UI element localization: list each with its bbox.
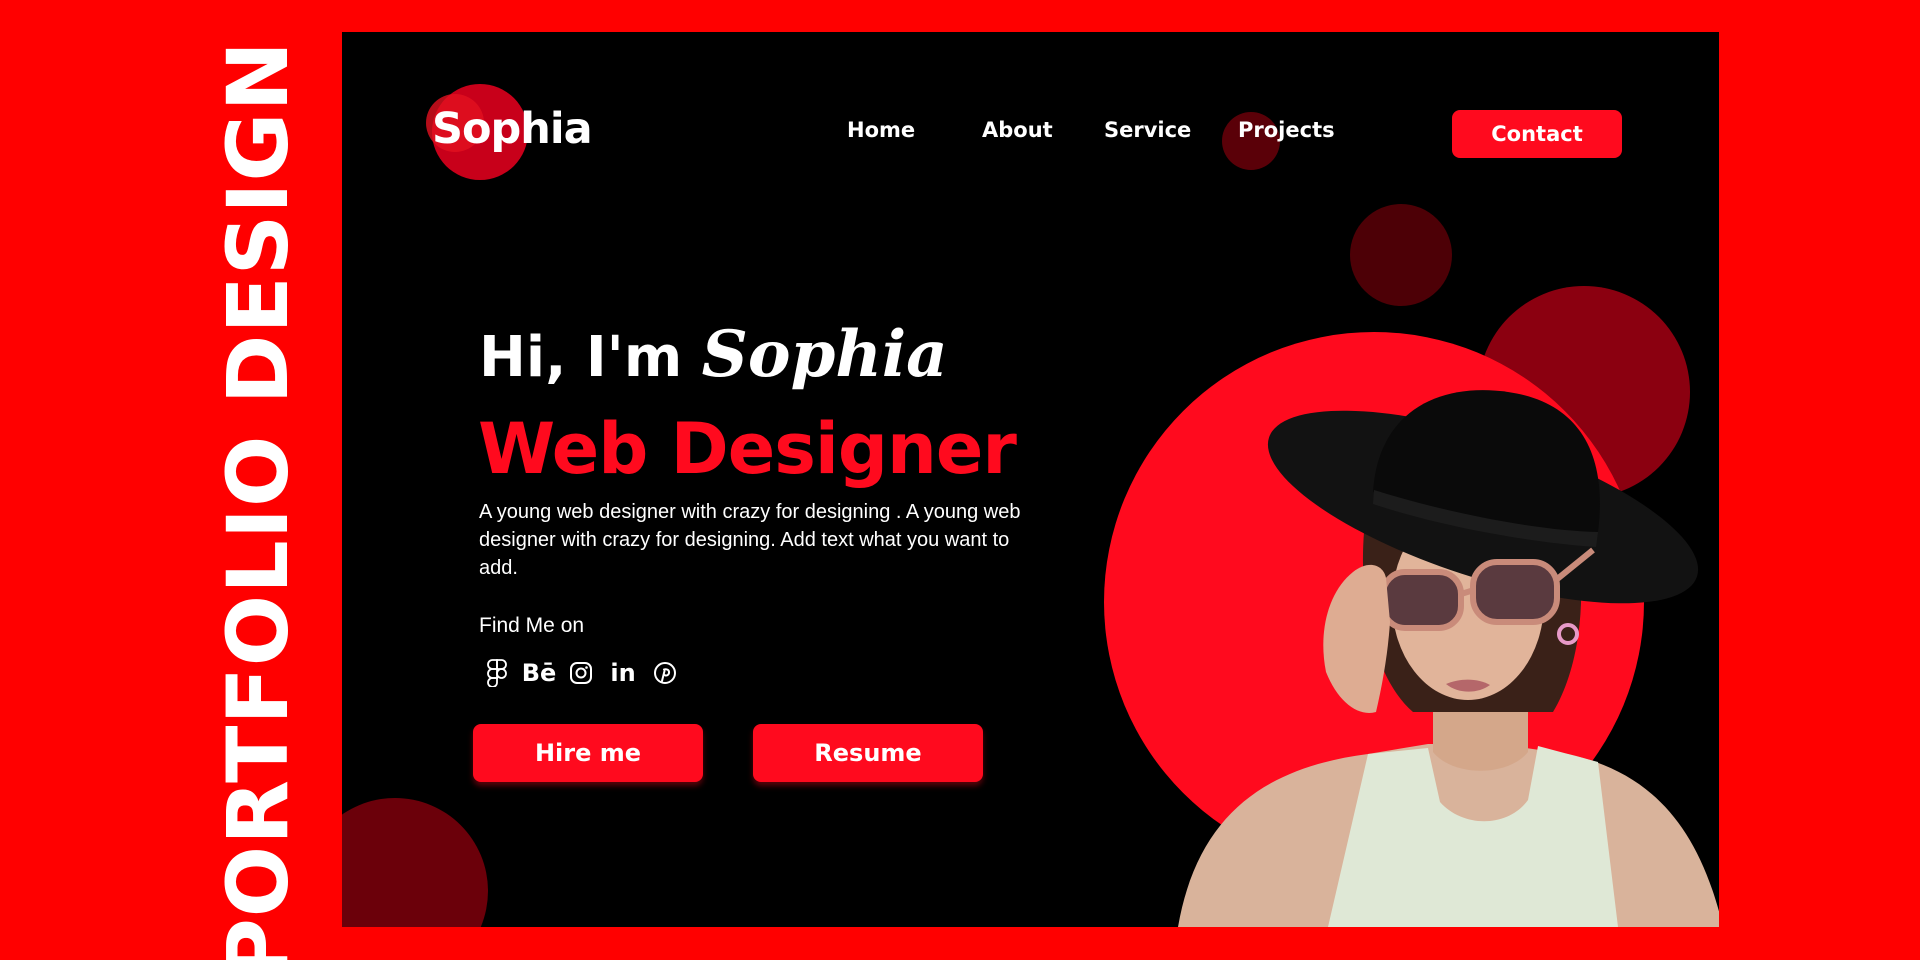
instagram-icon[interactable] — [560, 656, 602, 690]
hire-me-button[interactable]: Hire me — [473, 724, 703, 782]
behance-label: Bē — [521, 659, 557, 687]
nav-projects[interactable]: Projects — [1238, 118, 1335, 142]
hero-greeting: Hi, I'm Sophia — [479, 317, 948, 392]
hero-role: Web Designer — [478, 408, 1017, 490]
greeting-text: Hi, I'm — [479, 325, 683, 390]
nav-home[interactable]: Home — [847, 118, 915, 142]
site-logo[interactable]: Sophia — [432, 104, 593, 154]
hero-name: Sophia — [701, 317, 948, 392]
decor-circle-small — [1350, 204, 1452, 306]
figma-icon[interactable] — [476, 656, 518, 690]
nav-service[interactable]: Service — [1104, 118, 1191, 142]
hero-bio: A young web designer with crazy for desi… — [479, 501, 1021, 579]
find-me-label: Find Me on — [479, 614, 585, 637]
social-links: Bē in — [476, 656, 686, 690]
resume-button[interactable]: Resume — [753, 724, 983, 782]
nav-about[interactable]: About — [982, 118, 1053, 142]
behance-icon[interactable]: Bē — [518, 656, 560, 690]
pinterest-icon[interactable] — [644, 656, 686, 690]
linkedin-icon[interactable]: in — [602, 656, 644, 690]
linkedin-label: in — [610, 659, 636, 687]
portfolio-page: Sophia Home About Service Projects Conta… — [342, 32, 1719, 927]
contact-button[interactable]: Contact — [1452, 110, 1622, 158]
portfolio-design-title: PORTFOLIO DESIGN — [209, 40, 307, 960]
decor-circle-bottom — [342, 798, 488, 927]
portrait-photo — [1178, 390, 1719, 927]
